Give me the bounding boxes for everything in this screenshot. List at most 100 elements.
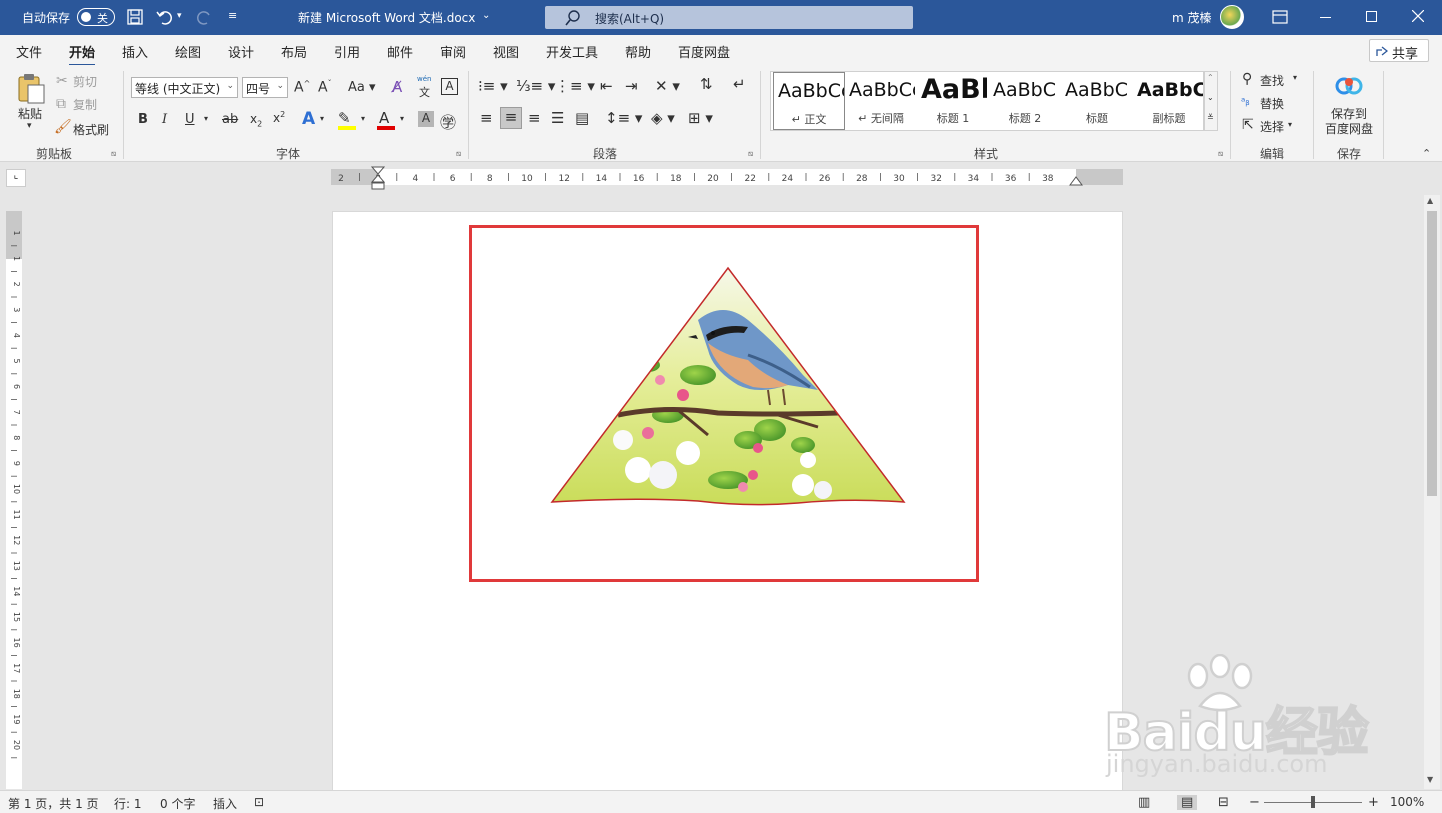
numbering-icon[interactable]: ⅓≡ ▾ [516,77,555,95]
font-name-combo[interactable]: 等线 (中文正文) ⌄ [131,77,238,98]
phonetic-guide-char[interactable]: 文 [419,84,430,100]
format-painter-label[interactable]: 格式刷 [73,121,109,138]
find-label[interactable]: 查找 [1260,72,1284,89]
indent-marker-icon[interactable] [371,166,385,190]
highlight-icon[interactable]: ✎ [338,109,351,127]
change-case-icon[interactable]: Aa ▾ [348,80,376,95]
clear-formatting-icon[interactable]: A̸ [392,78,402,96]
triangle-picture[interactable] [548,265,908,508]
save-to-netdisk-line2[interactable]: 百度网盘 [1325,120,1373,137]
tab-help[interactable]: 帮助 [625,42,651,61]
paragraph-launcher-icon[interactable]: ⧅ [748,149,753,159]
chinese-layout-icon[interactable]: ✕ ▾ [655,77,680,95]
collapse-ribbon-icon[interactable]: ⌃ [1422,147,1431,160]
user-name[interactable]: m 茂榛 [1172,9,1212,26]
underline-icon[interactable]: U [185,112,195,127]
customize-toolbar-icon[interactable]: ≡ [228,9,237,22]
tab-selector[interactable]: ⌞ [6,169,26,187]
tab-file[interactable]: 文件 [16,42,42,61]
search-box[interactable]: 搜索(Alt+Q) [545,6,913,29]
align-right-icon[interactable]: ≡ [528,109,541,127]
show-marks-icon[interactable]: ↵ [733,75,746,93]
style-heading-2[interactable]: AaBbC 标题 2 [989,72,1061,130]
underline-dropdown-icon[interactable]: ▾ [204,114,208,123]
sort-icon[interactable]: ⇅ [700,75,713,93]
style-heading-1[interactable]: AaBl 标题 1 [917,72,989,130]
subscript-icon[interactable]: x2 [250,112,262,128]
vertical-ruler[interactable]: 1 1 2 3 4 5 6 7 8 9 10 11 12 13 14 15 16 17 18 19 20 [6,211,22,789]
zoom-in-icon[interactable]: + [1368,795,1379,810]
enclose-characters-icon[interactable]: ㊫ [440,109,456,133]
copy-label[interactable]: 复制 [73,96,97,113]
print-layout-icon[interactable]: ▤ [1177,795,1198,810]
maximize-icon[interactable] [1366,11,1377,22]
avatar[interactable] [1220,5,1244,29]
italic-icon[interactable]: I [162,112,167,127]
multilevel-list-icon[interactable]: ⋮≡ ▾ [555,77,595,95]
document-title[interactable]: 新建 Microsoft Word 文档.docx [298,9,475,26]
web-layout-icon[interactable]: ⊟ [1218,795,1229,810]
read-mode-icon[interactable]: ▥ [1138,795,1150,810]
scroll-down-icon[interactable]: ▼ [1427,775,1433,784]
character-border-icon[interactable]: A [441,78,458,95]
tab-design[interactable]: 设计 [228,42,254,61]
vertical-scrollbar[interactable]: ▲ ▼ [1424,195,1440,789]
minimize-icon[interactable] [1320,17,1331,18]
ribbon-display-options-icon[interactable] [1272,10,1288,24]
strikethrough-icon[interactable]: ab [222,112,238,127]
styles-more-icon[interactable]: ≚ [1207,113,1214,122]
font-size-combo[interactable]: 四号 ⌄ [242,77,288,98]
style-subtitle[interactable]: AaBbC 副标题 [1133,72,1205,130]
styles-down-icon[interactable]: ⌄ [1207,93,1214,102]
select-label[interactable]: 选择 [1260,118,1284,135]
tab-home[interactable]: 开始 [69,42,96,67]
cut-label[interactable]: 剪切 [73,73,97,90]
grow-font-icon[interactable]: A^ [294,79,310,96]
undo-icon[interactable] [156,9,174,25]
font-color-icon[interactable]: A [379,109,389,127]
paste-icon[interactable] [16,73,46,105]
tab-mailings[interactable]: 邮件 [387,42,413,61]
horizontal-ruler[interactable]: 22468101214161820222426283032343638 [331,166,1123,190]
superscript-icon[interactable]: x2 [273,110,285,125]
bullets-icon[interactable]: ⁝≡ ▾ [478,77,508,95]
tab-layout[interactable]: 布局 [281,42,307,61]
shrink-font-icon[interactable]: Aˇ [318,79,332,96]
font-color-dropdown-icon[interactable]: ▾ [400,114,404,123]
right-indent-marker-icon[interactable] [1069,174,1083,186]
paste-label[interactable]: 粘贴 [18,105,42,122]
zoom-out-icon[interactable]: − [1249,795,1260,810]
scroll-up-icon[interactable]: ▲ [1427,196,1433,205]
save-icon[interactable] [127,9,143,25]
shading-icon[interactable]: ◈ ▾ [651,109,675,127]
style-normal[interactable]: AaBbCcI ↵ 正文 [773,72,845,130]
align-center-icon[interactable]: ≡ [500,107,522,129]
title-chevron-down-icon[interactable]: ⌄ [482,10,490,21]
style-no-spacing[interactable]: AaBbCcI ↵ 无间隔 [845,72,917,130]
highlight-dropdown-icon[interactable]: ▾ [361,114,365,123]
line-number[interactable]: 行: 1 [114,795,142,812]
tab-view[interactable]: 视图 [493,42,519,61]
decrease-indent-icon[interactable]: ⇤ [600,77,613,95]
bold-icon[interactable]: B [138,112,148,127]
styles-up-icon[interactable]: ⌃ [1207,73,1214,82]
styles-launcher-icon[interactable]: ⧅ [1218,149,1223,159]
share-button[interactable]: 共享 [1369,39,1429,62]
paste-dropdown-icon[interactable]: ▾ [27,121,32,131]
clipboard-launcher-icon[interactable]: ⧅ [111,149,116,159]
increase-indent-icon[interactable]: ⇥ [625,77,638,95]
character-shading-icon[interactable]: A [418,111,434,127]
macro-record-icon[interactable]: ⊡ [254,795,264,809]
redo-icon[interactable] [195,9,213,25]
word-count[interactable]: 0 个字 [160,795,195,812]
baidu-netdisk-icon[interactable] [1335,74,1363,98]
tab-references[interactable]: 引用 [334,42,360,61]
distributed-icon[interactable]: ▤ [575,109,589,127]
autosave-toggle[interactable]: 关 [77,8,115,26]
tab-draw[interactable]: 绘图 [175,42,201,61]
tab-review[interactable]: 审阅 [440,42,466,61]
font-launcher-icon[interactable]: ⧅ [456,149,461,159]
zoom-slider-thumb[interactable] [1311,796,1315,808]
style-title[interactable]: AaBbC 标题 [1061,72,1133,130]
scroll-thumb[interactable] [1427,211,1437,496]
